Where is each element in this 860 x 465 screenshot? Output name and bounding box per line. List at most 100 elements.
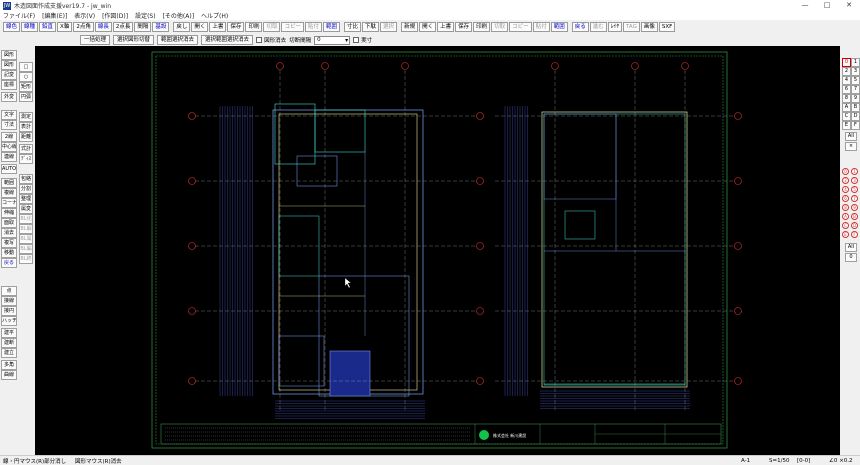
- cut-spacing-select[interactable]: 0: [314, 35, 351, 45]
- left-tool-26[interactable]: 建立: [1, 348, 17, 358]
- close-button[interactable]: ✕: [838, 0, 860, 11]
- layer-group-button-4[interactable]: 4: [842, 186, 849, 193]
- toolbar-button-17[interactable]: 範囲: [323, 21, 341, 32]
- layer-button-5[interactable]: 5: [851, 76, 860, 85]
- left-tool-15[interactable]: 面取: [1, 218, 17, 228]
- toolbar-button-13[interactable]: 印刷: [245, 21, 263, 32]
- layer-button-4[interactable]: 4: [842, 76, 851, 85]
- left-tool-20[interactable]: 点: [1, 286, 17, 296]
- layer-button-F[interactable]: F: [851, 121, 860, 130]
- left-tool-8[interactable]: 中心線: [1, 142, 17, 152]
- toolbar-button-18[interactable]: 寸比: [344, 21, 362, 32]
- toolbar-button-21[interactable]: 新規: [401, 21, 419, 32]
- layer-group-button-1[interactable]: 1: [851, 168, 858, 175]
- actual-size-checkbox[interactable]: 実寸: [353, 36, 372, 44]
- toolbar-button-0[interactable]: 線色: [3, 21, 21, 32]
- menu-item-0[interactable]: ファイル(F): [3, 11, 35, 20]
- left-tool-11[interactable]: 範囲: [1, 178, 17, 188]
- left-tool-16[interactable]: 消去: [1, 228, 17, 238]
- left-tool-2[interactable]: 記変: [1, 70, 17, 80]
- layer-all-button[interactable]: All: [845, 132, 857, 141]
- left-tool-28[interactable]: 曲線: [1, 370, 17, 380]
- left-tool-24[interactable]: 建平: [1, 328, 17, 338]
- layer-group-button-2[interactable]: 2: [842, 177, 849, 184]
- layer-button-C[interactable]: C: [842, 112, 851, 121]
- left-tool2-5[interactable]: 表計: [19, 122, 33, 132]
- left-tool2-11[interactable]: 整理: [19, 194, 33, 204]
- left-tool2-15[interactable]: BL属: [19, 234, 33, 244]
- toolbar-button-20[interactable]: 選択: [380, 21, 398, 32]
- left-tool-13[interactable]: コーナー: [1, 198, 17, 208]
- left-tool-18[interactable]: 移動: [1, 248, 17, 258]
- layer-button-9[interactable]: 9: [851, 94, 860, 103]
- menu-item-4[interactable]: 設定(S): [135, 11, 156, 20]
- angle-zoom[interactable]: ∠0 ×0.2: [829, 458, 853, 464]
- left-tool2-3[interactable]: 円弧: [19, 92, 33, 102]
- left-tool-27[interactable]: 多角: [1, 360, 17, 370]
- left-tool-7[interactable]: 2線: [1, 132, 17, 142]
- toolbar-button-19[interactable]: 下駄: [362, 21, 380, 32]
- toolbar-button-7[interactable]: 間隔: [134, 21, 152, 32]
- toolbar-button-10[interactable]: 開く: [191, 21, 209, 32]
- layer-group-button-3[interactable]: 3: [851, 177, 858, 184]
- left-tool-6[interactable]: 寸法: [1, 120, 17, 130]
- left-tool2-9[interactable]: 包絡: [19, 174, 33, 184]
- shape-erase-checkbox[interactable]: 図形消去: [256, 36, 286, 44]
- toolbar-button-34[interactable]: 画像: [640, 21, 658, 32]
- toolbar-button-23[interactable]: 上書: [437, 21, 455, 32]
- left-tool2-8[interactable]: ﾃﾞｨｽ: [19, 154, 33, 164]
- deselect-erase-button[interactable]: 選択範囲選択消去: [201, 35, 254, 45]
- left-tool-22[interactable]: 接円: [1, 306, 17, 316]
- toolbar-button-24[interactable]: 保存: [455, 21, 473, 32]
- maximize-button[interactable]: □: [816, 0, 838, 11]
- bulk-process-button[interactable]: 一括処理: [80, 35, 111, 45]
- layer-button-6[interactable]: 6: [842, 85, 851, 94]
- toolbar-button-33[interactable]: TAG: [623, 21, 640, 32]
- toolbar-button-15[interactable]: コピー: [281, 21, 304, 32]
- drawing-canvas[interactable]: 株式会社 新川建設: [35, 46, 840, 455]
- layer-button-A[interactable]: A: [842, 103, 851, 112]
- layer-button-3[interactable]: 3: [851, 67, 860, 76]
- toolbar-button-27[interactable]: コピー: [509, 21, 532, 32]
- layer-indicator[interactable]: [0-0]: [797, 458, 810, 464]
- left-tool-10[interactable]: AUTO: [1, 164, 17, 174]
- left-tool2-6[interactable]: 距離: [19, 132, 33, 142]
- left-tool-23[interactable]: ハッチ: [1, 316, 17, 326]
- toolbar-button-31[interactable]: 進む: [589, 21, 607, 32]
- menu-item-6[interactable]: ヘルプ(H): [201, 11, 228, 20]
- layer-button-0[interactable]: 0: [842, 58, 851, 67]
- layer-group-button-B[interactable]: B: [851, 213, 858, 220]
- layer-group-button-C[interactable]: C: [842, 222, 849, 229]
- layer-group-button-0[interactable]: 0: [842, 168, 849, 175]
- left-tool-1[interactable]: 図形: [1, 60, 17, 70]
- minimize-button[interactable]: —: [794, 0, 816, 11]
- layer-group-button-7[interactable]: 7: [851, 195, 858, 202]
- toolbar-button-30[interactable]: 戻る: [571, 21, 589, 32]
- layer-button-1[interactable]: 1: [851, 58, 860, 67]
- layer-x-button[interactable]: ×: [845, 142, 857, 151]
- left-tool2-14[interactable]: BL解: [19, 224, 33, 234]
- layer-button-D[interactable]: D: [851, 112, 860, 121]
- layer-group-button-F[interactable]: F: [851, 231, 858, 238]
- left-tool-14[interactable]: 伸縮: [1, 208, 17, 218]
- select-toggle-button[interactable]: 選択図形切替: [113, 35, 155, 45]
- left-tool2-17[interactable]: BL終: [19, 254, 33, 264]
- layer-button-E[interactable]: E: [842, 121, 851, 130]
- range-erase-button[interactable]: 範囲選択消去: [157, 35, 199, 45]
- left-tool-3[interactable]: 座標: [1, 80, 17, 90]
- layer-button-2[interactable]: 2: [842, 67, 851, 76]
- toolbar-button-16[interactable]: 貼付: [304, 21, 322, 32]
- paper-size[interactable]: A-1: [741, 458, 750, 464]
- menu-item-5[interactable]: [その他(A)]: [163, 11, 194, 20]
- toolbar-button-28[interactable]: 貼付: [532, 21, 550, 32]
- left-tool-5[interactable]: 文字: [1, 110, 17, 120]
- left-tool-25[interactable]: 建断: [1, 338, 17, 348]
- left-tool-9[interactable]: 連線: [1, 152, 17, 162]
- toolbar-button-11[interactable]: 上書: [209, 21, 227, 32]
- left-tool2-12[interactable]: 属変: [19, 204, 33, 214]
- toolbar-button-14[interactable]: 切取: [263, 21, 281, 32]
- left-tool-4[interactable]: 外変: [1, 92, 17, 102]
- toolbar-button-9[interactable]: 戻し: [173, 21, 191, 32]
- left-tool-21[interactable]: 接線: [1, 296, 17, 306]
- group-zero-button[interactable]: 0: [845, 253, 857, 262]
